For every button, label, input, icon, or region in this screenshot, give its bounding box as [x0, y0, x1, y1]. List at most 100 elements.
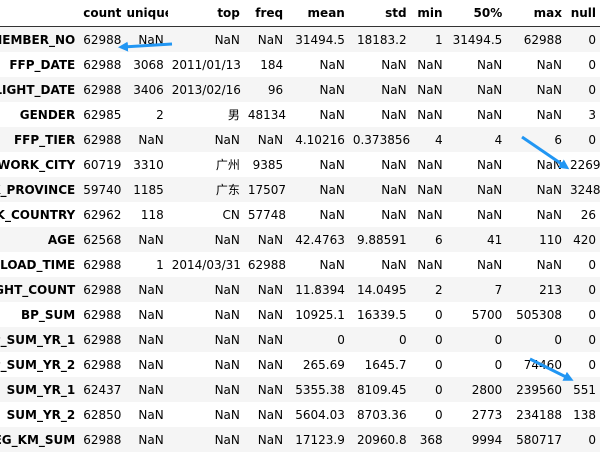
- table-cell: 62988: [79, 277, 123, 302]
- table-cell: 184: [260, 57, 284, 72]
- table-cell: 9.88591: [348, 227, 411, 252]
- table-cell: 1645.7: [364, 357, 407, 372]
- table-cell: NaN: [536, 107, 562, 122]
- table-cell: 2: [156, 107, 164, 122]
- table-row: BP_SUM 62988 NaN NaN NaN 10925.1 16339.5 0 5700 5…: [0, 302, 600, 327]
- table-cell: 6: [506, 127, 566, 152]
- row-label-text: FFP_DATE: [9, 57, 76, 72]
- table-cell: 62988: [79, 77, 123, 102]
- table-cell: 62985: [83, 107, 122, 122]
- table-row: GHT_COUNT 62988 NaN NaN NaN 11.8394 14.0495 2 7 2…: [0, 277, 600, 302]
- table-cell: 62988: [83, 257, 122, 272]
- table-body: MEMBER_NO62988NaNNaNNaN31494.518183.2131…: [0, 26, 600, 452]
- table-cell: 0: [565, 277, 600, 302]
- table-cell: NaN: [122, 277, 168, 302]
- table-row: LOAD_TIME 62988 1 2014/03/31 62988 NaN NaN NaN N…: [0, 252, 600, 277]
- table-cell: 368: [410, 427, 447, 452]
- table-cell: 17507: [243, 177, 288, 202]
- table-cell: NaN: [417, 57, 443, 72]
- row-label-text: GENDER: [19, 107, 76, 122]
- table-cell: NaN: [167, 377, 244, 402]
- table-cell: 7: [446, 277, 507, 302]
- table-cell: 18183.2: [348, 26, 411, 52]
- row-label-text: BP_SUM: [20, 307, 76, 322]
- row-label: GENDER: [0, 102, 79, 127]
- table-cell: NaN: [417, 157, 443, 172]
- table-cell: 男: [227, 108, 240, 122]
- column-header: 50%: [446, 0, 507, 27]
- table-cell: 0: [565, 427, 600, 452]
- table-cell: CN: [222, 207, 240, 222]
- table-cell: NaN: [417, 107, 443, 122]
- row-label: EG_KM_SUM: [0, 427, 80, 452]
- table-cell: 0: [565, 127, 600, 152]
- table-cell: 74460: [523, 357, 562, 372]
- table-cell: 2014/03/31: [171, 257, 241, 272]
- table-cell: NaN: [381, 257, 407, 272]
- table-cell: 5604.03: [295, 407, 345, 422]
- table-cell: NaN: [257, 407, 284, 422]
- table-cell: NaN: [167, 227, 244, 252]
- table-row: EG_KM_SUM 62988 NaN NaN NaN 17123.9 20960.8 368…: [0, 427, 600, 452]
- row-label: MEMBER_NO: [0, 26, 80, 52]
- row-label-text: P_SUM_YR_1: [0, 332, 76, 347]
- table-cell: 2013/02/16: [167, 77, 244, 102]
- table-cell: 0: [588, 257, 596, 272]
- table-cell: 4: [446, 127, 507, 152]
- table-cell: NaN: [417, 207, 443, 222]
- table-cell: 138: [573, 407, 596, 422]
- row-label-text: P_SUM_YR_2: [0, 357, 76, 372]
- table-cell: 9994: [446, 427, 507, 452]
- table-cell: NaN: [536, 57, 562, 72]
- table-cell: NaN: [214, 357, 240, 372]
- table-cell: 4: [410, 127, 447, 152]
- table-cell: 42.4763: [287, 227, 349, 252]
- table-cell: 62988: [79, 127, 123, 152]
- table-cell: 14.0495: [348, 277, 411, 302]
- index-header: [0, 0, 80, 27]
- column-header: freq: [243, 0, 288, 27]
- row-label: FFP_TIER: [0, 127, 80, 152]
- table-cell: NaN: [122, 377, 168, 402]
- table-cell: NaN: [410, 77, 447, 102]
- row-label-text: GHT_COUNT: [0, 282, 76, 297]
- describe-table-output: count unique top freq mean std min 50% m…: [0, 0, 600, 456]
- statistics-table: count unique top freq mean std min 50% m…: [0, 0, 600, 452]
- table-cell: NaN: [319, 257, 345, 272]
- table-cell: NaN: [138, 407, 164, 422]
- row-label-text: SUM_YR_2: [6, 407, 76, 422]
- table-cell: 62850: [83, 407, 122, 422]
- table-row: FFP_DATE 62988 3068 2011/01/13 184 NaN NaN NaN N…: [0, 52, 600, 77]
- table-row: GENDER 62985 2 男 48134 NaN NaN NaN NaN NaN 3: [0, 102, 600, 127]
- table-cell: NaN: [122, 26, 168, 52]
- table-cell: 0: [434, 357, 443, 372]
- row-label: P_SUM_YR_2: [0, 352, 79, 377]
- table-cell: NaN: [167, 277, 244, 302]
- table-cell: 62988: [83, 307, 122, 322]
- table-cell: 1: [410, 26, 447, 52]
- table-cell: NaN: [138, 307, 164, 322]
- table-cell: 广东: [167, 177, 244, 202]
- table-cell: NaN: [138, 357, 164, 372]
- table-cell: 3406: [122, 77, 168, 102]
- table-cell: NaN: [167, 427, 244, 452]
- table-cell: NaN: [243, 227, 288, 252]
- table-cell: NaN: [381, 157, 407, 172]
- row-label: P_SUM_YR_1: [0, 327, 80, 352]
- table-cell: 62988: [79, 427, 123, 452]
- table-cell: NaN: [243, 427, 288, 452]
- table-row: SUM_YR_2 62850 NaN NaN NaN 5604.03 8703.36 0 277…: [0, 402, 600, 427]
- table-cell: NaN: [214, 307, 240, 322]
- row-label-text: FFP_TIER: [13, 132, 76, 147]
- table-cell: NaN: [122, 427, 168, 452]
- table-cell: NaN: [319, 207, 345, 222]
- row-label: SUM_YR_2: [0, 402, 79, 427]
- table-cell: NaN: [319, 107, 345, 122]
- table-cell: 31494.5: [287, 26, 349, 52]
- table-cell: 5355.38: [287, 377, 349, 402]
- table-cell: 0: [287, 327, 349, 352]
- table-cell: 62988: [247, 257, 287, 272]
- table-cell: 118: [140, 207, 164, 222]
- table-cell: NaN: [243, 26, 288, 52]
- table-cell: 11.8394: [287, 277, 349, 302]
